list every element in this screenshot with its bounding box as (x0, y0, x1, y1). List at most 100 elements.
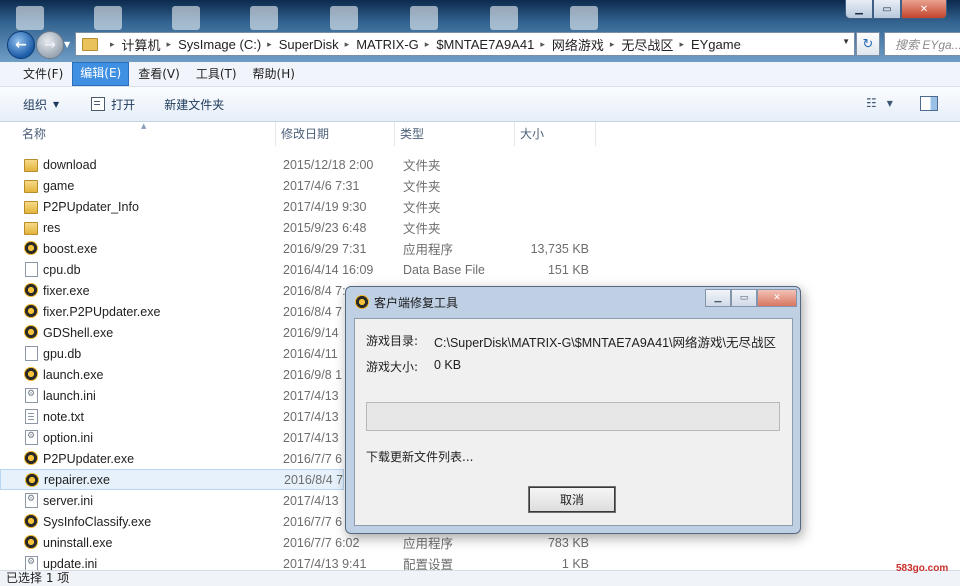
close-button[interactable]: ✕ (901, 0, 947, 19)
folder-icon (82, 37, 98, 51)
column-type-label: 类型 (400, 127, 425, 141)
recent-pages-dropdown[interactable]: ▼ (64, 40, 70, 49)
change-view-button[interactable]: ☷ ▼ (866, 96, 893, 110)
breadcrumb-item[interactable]: ▸ 网络游戏 (534, 35, 604, 54)
dialog-maximize-button[interactable]: ▭ (731, 289, 757, 307)
minimize-icon: ▁ (855, 3, 863, 15)
app-icon (24, 241, 38, 255)
column-header-date[interactable]: 修改日期 (276, 122, 395, 146)
file-name: P2PUpdater_Info (43, 199, 139, 214)
column-size-label: 大小 (520, 127, 545, 141)
file-date: 2016/8/4 7 (283, 304, 343, 319)
menu-view[interactable]: 查看(V) (131, 63, 187, 85)
menu-file[interactable]: 文件(F) (16, 63, 70, 85)
new-folder-button[interactable]: 新建文件夹 (164, 96, 224, 113)
menu-edit[interactable]: 编辑(E) (72, 62, 130, 86)
file-name: fixer.exe (43, 283, 90, 298)
app-icon (24, 367, 38, 381)
breadcrumb-label: 无尽战区 (621, 37, 674, 53)
file-type: 应用程序 (403, 243, 454, 257)
game-size-value: 0 KB (434, 358, 462, 372)
breadcrumb-separator-icon[interactable]: ▸ (540, 39, 545, 50)
file-date: 2016/4/14 16:09 (283, 262, 374, 277)
breadcrumb-separator-icon[interactable]: ▸ (610, 39, 615, 50)
breadcrumb-separator-icon[interactable]: ▸ (267, 39, 272, 50)
file-row[interactable]: game 2017/4/6 7:31 文件夹 (0, 175, 600, 196)
breadcrumb-separator-icon[interactable]: ▸ (425, 39, 430, 50)
file-name: GDShell.exe (43, 325, 114, 340)
menu-bar: 文件(F) 编辑(E) 查看(V) 工具(T) 帮助(H) (0, 62, 960, 87)
menu-tools[interactable]: 工具(T) (189, 63, 244, 85)
app-icon (24, 283, 38, 297)
column-name-label: 名称 (22, 127, 47, 141)
breadcrumb-separator-icon[interactable]: ▸ (110, 39, 115, 50)
back-arrow-icon: ← (15, 37, 27, 53)
file-name: note.txt (43, 409, 84, 424)
file-row[interactable]: uninstall.exe 2016/7/7 6:02 应用程序 783 KB (0, 532, 600, 553)
dialog-minimize-button[interactable]: ▁ (705, 289, 731, 307)
breadcrumb-item[interactable]: ▸ EYgame (673, 35, 740, 54)
file-date: 2016/8/4 7: (283, 283, 346, 298)
chevron-down-icon: ▼ (53, 99, 60, 109)
open-icon (91, 97, 106, 111)
chevron-down-icon[interactable]: ▼ (842, 37, 850, 46)
file-row[interactable]: download 2015/12/18 2:00 文件夹 (0, 154, 600, 175)
file-name: launch.ini (43, 388, 96, 403)
refresh-button[interactable]: ↻ (856, 32, 880, 56)
back-button[interactable]: ← (7, 31, 35, 59)
breadcrumb-separator-icon[interactable]: ▸ (167, 39, 172, 50)
address-bar[interactable]: ▸ 计算机 ▸ SysImage (C:) ▸ SuperDisk ▸ MATRIX-G ▸ $M… (75, 32, 855, 56)
file-row[interactable]: repairer.exe 2016/8/4 7 (0, 469, 344, 490)
dialog-close-button[interactable]: ✕ (757, 289, 797, 307)
column-header-name[interactable]: ▲ 名称 (0, 122, 276, 146)
file-date: 2016/9/8 1 (283, 367, 343, 382)
file-date: 2016/8/4 7 (284, 472, 344, 487)
maximize-button[interactable]: ▭ (873, 0, 901, 19)
breadcrumb-item[interactable]: ▸ SysImage (C:) (161, 35, 262, 54)
search-input[interactable]: 搜索 EYga... (884, 32, 960, 56)
file-row[interactable]: P2PUpdater_Info 2017/4/19 9:30 文件夹 (0, 196, 600, 217)
file-date: 2016/9/29 7:31 (283, 241, 367, 256)
window-controls: ▁ ▭ ✕ (845, 0, 947, 19)
column-header-size[interactable]: 大小 (515, 122, 596, 146)
app-icon (24, 325, 38, 339)
file-date: 2016/7/7 6:02 (283, 535, 360, 550)
forward-button[interactable]: → (36, 31, 64, 59)
ini-file-icon (25, 493, 38, 508)
breadcrumb-item[interactable]: ▸ SuperDisk (261, 35, 339, 54)
blurred-desktop-icon (172, 6, 200, 30)
status-bar: 已选择 1 项 (0, 570, 960, 586)
file-type: Data Base File (403, 262, 485, 277)
file-row[interactable]: res 2015/9/23 6:48 文件夹 (0, 217, 600, 238)
file-type: 应用程序 (403, 537, 454, 551)
file-name: SysInfoClassify.exe (43, 514, 152, 529)
breadcrumb-item[interactable]: ▸ MATRIX-G (339, 35, 419, 54)
menu-help[interactable]: 帮助(H) (246, 63, 302, 85)
app-icon (24, 451, 38, 465)
file-name: launch.exe (43, 367, 104, 382)
db-file-icon (25, 346, 38, 361)
file-name: gpu.db (43, 346, 82, 361)
breadcrumb-label: SysImage (C:) (178, 36, 262, 52)
file-date: 2017/4/6 7:31 (283, 178, 360, 193)
breadcrumb-item[interactable]: ▸ $MNTAE7A9A41 (419, 35, 535, 54)
breadcrumb-label: MATRIX-G (356, 36, 419, 52)
cancel-label: 取消 (559, 493, 584, 507)
file-row[interactable]: cpu.db 2016/4/14 16:09 Data Base File 151 K… (0, 259, 600, 280)
breadcrumb-separator-icon[interactable]: ▸ (679, 39, 684, 50)
breadcrumb-separator-icon[interactable]: ▸ (345, 39, 350, 50)
organize-button[interactable]: 组织 ▼ (23, 96, 59, 113)
file-date: 2016/7/7 6 (283, 451, 343, 466)
file-row[interactable]: boost.exe 2016/9/29 7:31 应用程序 13,735 KB (0, 238, 600, 259)
column-header-type[interactable]: 类型 (395, 122, 515, 146)
open-button[interactable]: 打开 (91, 96, 135, 113)
cancel-button[interactable]: 取消 (528, 486, 616, 513)
file-date: 2016/4/11 (283, 346, 338, 361)
breadcrumb-item[interactable]: ▸ 无尽战区 (604, 35, 674, 54)
file-date: 2015/9/23 6:48 (283, 220, 367, 235)
preview-pane-button[interactable] (920, 96, 938, 111)
breadcrumb-item[interactable]: ▸ 计算机 (104, 35, 161, 54)
repair-tool-dialog: 客户端修复工具 ▁ ▭ ✕ 游戏目录: C:\SuperDisk\MATRIX-… (345, 286, 801, 534)
minimize-button[interactable]: ▁ (845, 0, 873, 19)
column-headers: ▲ 名称 修改日期 类型 大小 (0, 122, 960, 146)
